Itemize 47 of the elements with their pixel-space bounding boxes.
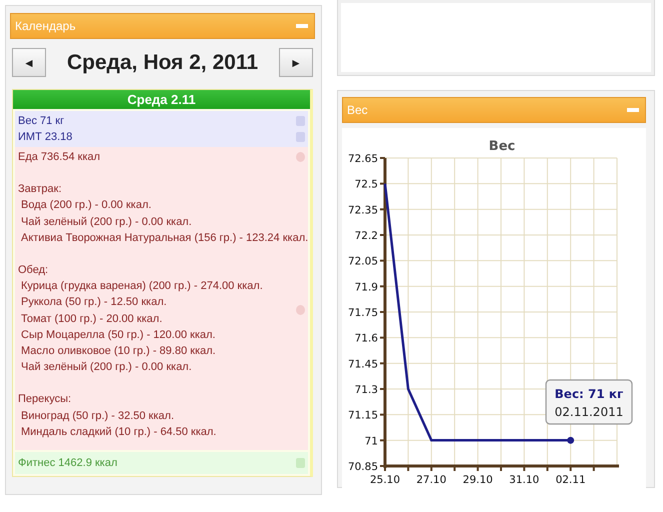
food-item: Масло оливковое (10 гр.) - 89.80 ккал. (20, 344, 216, 360)
meal-title: Перекусы: (18, 392, 72, 408)
date-title: Среда, Ноя 2, 2011 (66, 50, 258, 74)
y-tick-label: 71.9 (354, 281, 378, 294)
x-tick-label: 02.11 (556, 474, 586, 486)
tooltip: Вес: 71 кг 02.11.2011 (545, 379, 633, 425)
y-tick-label: 72.65 (348, 153, 378, 165)
next-button[interactable]: ► (279, 48, 313, 77)
y-tick-label: 71.6 (354, 332, 378, 345)
food-item: Чай зелёный (200 гр.) - 0.00 ккал. (20, 214, 192, 230)
food-item: Чай зелёный (200 гр.) - 0.00 ккал. (20, 360, 192, 376)
y-tick-label: 71.45 (348, 358, 378, 370)
food-item: Сыр Моцарелла (50 гр.) - 120.00 ккал. (20, 328, 216, 343)
meal-title: Обед: (18, 263, 50, 278)
y-tick-label: 72.35 (348, 204, 378, 216)
y-tick-label: 71.3 (354, 384, 378, 396)
x-tick-label: 25.10 (370, 474, 400, 486)
food-total: Еда 736.54 ккал (18, 150, 100, 165)
y-tick-label: 71 (364, 435, 378, 448)
collapse-icon[interactable] (296, 24, 308, 28)
food-item: Курица (грудка вареная) (200 гр.) - 274.00 ккал. (20, 279, 263, 294)
y-tick-label: 72.5 (354, 178, 378, 191)
meal-title: Завтрак: (18, 182, 63, 198)
food-item: Вода (200 гр.) - 0.00 ккал. (20, 198, 152, 214)
food-item: Виноград (50 гр.) - 32.50 ккал. (20, 408, 174, 424)
previous-button[interactable]: ◄ (12, 48, 46, 77)
collapse-icon[interactable] (627, 108, 639, 112)
y-tick-label: 71.75 (348, 307, 378, 319)
y-tick-label: 72.2 (354, 230, 378, 242)
panel-title: Календарь (15, 19, 76, 33)
fitness-total: Фитнес 1462.9 ккал (18, 456, 118, 472)
x-tick-label: 27.10 (416, 474, 446, 486)
food-item: Миндаль сладкий (10 гр.) - 64.50 ккал. (20, 424, 216, 440)
food-item: Руккола (50 гр.) - 12.50 ккал. (20, 295, 167, 310)
x-tick-label: 31.10 (509, 474, 540, 486)
x-tick-label: 29.10 (462, 474, 493, 486)
chart-title: Вес (488, 139, 516, 154)
food-item: Активиа Творожная Натуральная (156 гр.) - 123.24 ккал. (20, 230, 308, 246)
body-stat: Вес 71 кг (18, 114, 64, 129)
body-stat: ИМТ 23.18 (18, 130, 72, 145)
data-point (567, 436, 574, 444)
y-tick-label: 70.85 (348, 461, 378, 473)
food-item: Томат (100 гр.) - 20.00 ккал. (20, 312, 162, 327)
y-tick-label: 72.05 (348, 256, 378, 268)
day-title: Среда 2.11 (13, 90, 310, 109)
y-tick-label: 71.15 (348, 410, 378, 422)
panel-title: Вес (347, 103, 368, 117)
